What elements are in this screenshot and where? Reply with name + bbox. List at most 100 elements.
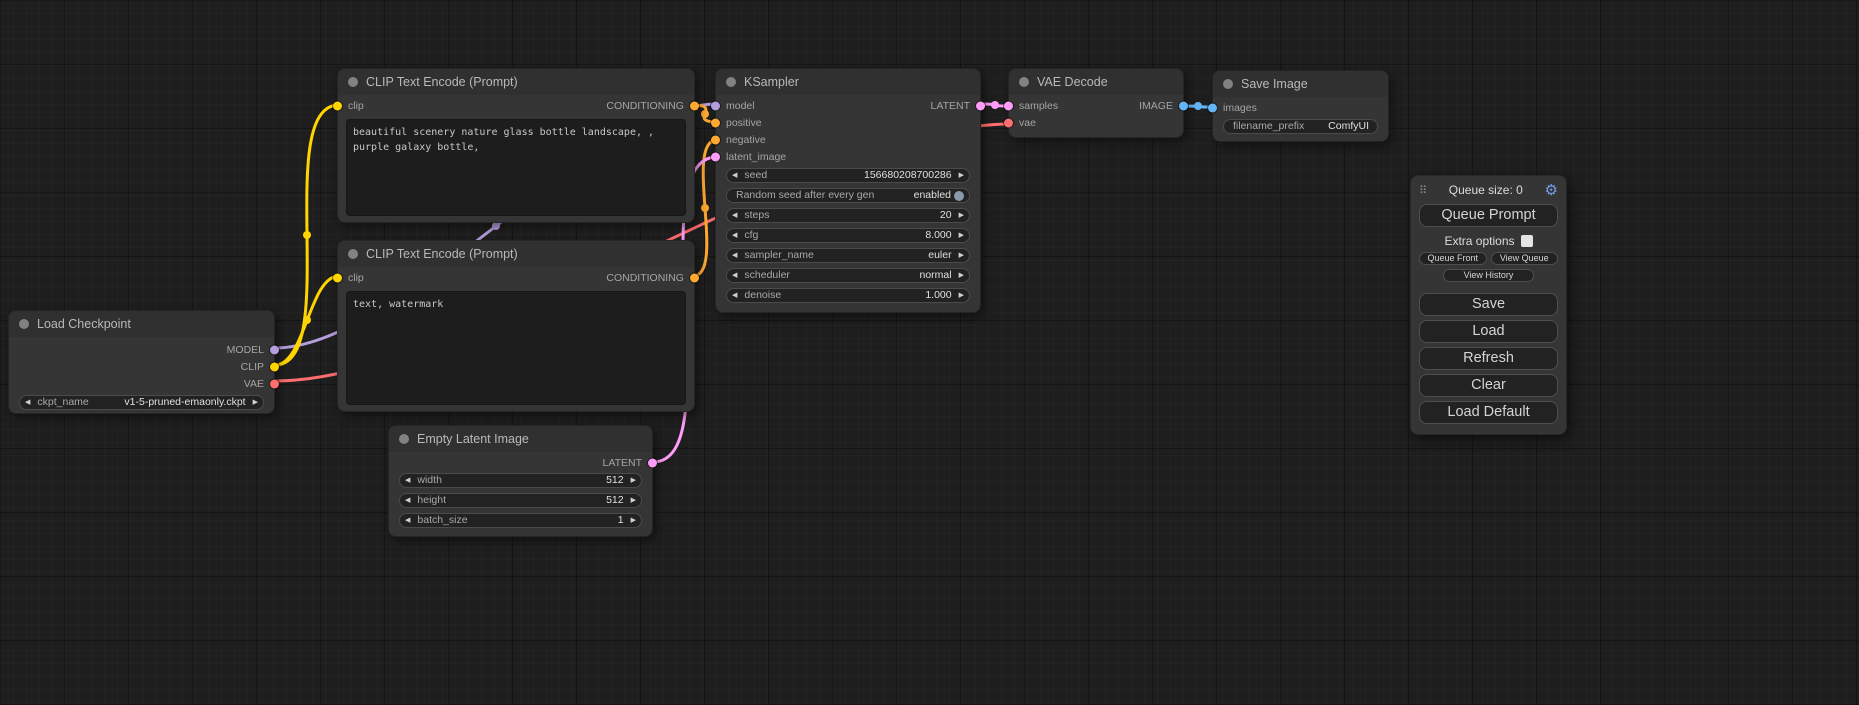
wire-midpoint-dot[interactable] bbox=[701, 110, 709, 118]
refresh-button[interactable]: Refresh bbox=[1419, 347, 1558, 370]
samples-input-port[interactable] bbox=[1004, 101, 1013, 110]
wire-midpoint-dot[interactable] bbox=[303, 316, 311, 324]
image-output-port[interactable] bbox=[1179, 101, 1188, 110]
slot-row: images bbox=[1213, 99, 1388, 116]
wire-midpoint-dot[interactable] bbox=[991, 101, 999, 109]
widget-label: height bbox=[417, 495, 446, 506]
collapse-dot-icon[interactable] bbox=[1223, 79, 1233, 89]
conditioning-output-port[interactable] bbox=[690, 101, 699, 110]
collapse-dot-icon[interactable] bbox=[348, 77, 358, 87]
node-vae-decode[interactable]: VAE Decode samples IMAGE vae bbox=[1008, 68, 1184, 138]
clip-input-port[interactable] bbox=[333, 273, 342, 282]
decrement-arrow-icon[interactable]: ◀ bbox=[732, 292, 737, 299]
widget-label: seed bbox=[744, 170, 767, 181]
decrement-arrow-icon[interactable]: ◀ bbox=[405, 517, 410, 524]
latent-output-port[interactable] bbox=[976, 101, 985, 110]
toggle-knob-icon[interactable] bbox=[954, 191, 964, 201]
widget-scheduler[interactable]: ◀ scheduler normal ▶ bbox=[726, 268, 970, 283]
node-clip-text-encode-negative[interactable]: CLIP Text Encode (Prompt) clip CONDITION… bbox=[337, 240, 695, 412]
load-button[interactable]: Load bbox=[1419, 320, 1558, 343]
increment-arrow-icon[interactable]: ▶ bbox=[959, 232, 964, 239]
widget-batch-size[interactable]: ◀ batch_size 1 ▶ bbox=[399, 513, 642, 528]
decrement-arrow-icon[interactable]: ◀ bbox=[732, 232, 737, 239]
increment-arrow-icon[interactable]: ▶ bbox=[959, 212, 964, 219]
wire-midpoint-dot[interactable] bbox=[701, 204, 709, 212]
widget-width[interactable]: ◀ width 512 ▶ bbox=[399, 473, 642, 488]
clip-input-port[interactable] bbox=[333, 101, 342, 110]
node-title-bar[interactable]: Load Checkpoint bbox=[9, 311, 274, 337]
slot-row: CLIP bbox=[9, 358, 274, 375]
decrement-arrow-icon[interactable]: ◀ bbox=[732, 212, 737, 219]
decrement-arrow-icon[interactable]: ◀ bbox=[732, 172, 737, 179]
gear-icon[interactable]: ⚙ bbox=[1545, 183, 1558, 198]
collapse-dot-icon[interactable] bbox=[726, 77, 736, 87]
model-output-port[interactable] bbox=[270, 345, 279, 354]
positive-input-port[interactable] bbox=[711, 118, 720, 127]
collapse-dot-icon[interactable] bbox=[1019, 77, 1029, 87]
save-button[interactable]: Save bbox=[1419, 293, 1558, 316]
node-title-bar[interactable]: CLIP Text Encode (Prompt) bbox=[338, 241, 694, 267]
decrement-arrow-icon[interactable]: ◀ bbox=[405, 497, 410, 504]
widget-sampler-name[interactable]: ◀ sampler_name euler ▶ bbox=[726, 248, 970, 263]
widget-cfg[interactable]: ◀ cfg 8.000 ▶ bbox=[726, 228, 970, 243]
node-title-bar[interactable]: CLIP Text Encode (Prompt) bbox=[338, 69, 694, 95]
drag-handle-icon[interactable]: ⠿ bbox=[1419, 184, 1427, 197]
increment-arrow-icon[interactable]: ▶ bbox=[959, 292, 964, 299]
node-ksampler[interactable]: KSampler model LATENT positive negative … bbox=[715, 68, 981, 313]
prompt-textarea[interactable]: beautiful scenery nature glass bottle la… bbox=[346, 119, 686, 216]
increment-arrow-icon[interactable]: ▶ bbox=[631, 477, 636, 484]
node-load-checkpoint[interactable]: Load Checkpoint MODEL CLIP VAE ◀ ckpt_na… bbox=[8, 310, 275, 414]
view-history-button[interactable]: View History bbox=[1443, 269, 1535, 282]
latent-image-input-port[interactable] bbox=[711, 152, 720, 161]
clear-button[interactable]: Clear bbox=[1419, 374, 1558, 397]
slot-row: vae bbox=[1009, 114, 1183, 131]
negative-input-port[interactable] bbox=[711, 135, 720, 144]
increment-arrow-icon[interactable]: ▶ bbox=[959, 272, 964, 279]
widget-random-seed-toggle[interactable]: Random seed after every gen enabled bbox=[726, 188, 970, 203]
conditioning-output-port[interactable] bbox=[690, 273, 699, 282]
collapse-dot-icon[interactable] bbox=[348, 249, 358, 259]
increment-arrow-icon[interactable]: ▶ bbox=[959, 252, 964, 259]
vae-input-port[interactable] bbox=[1004, 118, 1013, 127]
node-empty-latent-image[interactable]: Empty Latent Image LATENT ◀ width 512 ▶ … bbox=[388, 425, 653, 537]
widget-denoise[interactable]: ◀ denoise 1.000 ▶ bbox=[726, 288, 970, 303]
node-title-bar[interactable]: Save Image bbox=[1213, 71, 1388, 97]
widget-ckpt-name[interactable]: ◀ ckpt_name v1-5-pruned-emaonly.ckpt ▶ bbox=[19, 395, 264, 410]
latent-output-port[interactable] bbox=[648, 458, 657, 467]
view-queue-button[interactable]: View Queue bbox=[1491, 252, 1559, 265]
widget-steps[interactable]: ◀ steps 20 ▶ bbox=[726, 208, 970, 223]
decrement-arrow-icon[interactable]: ◀ bbox=[732, 272, 737, 279]
queue-front-button[interactable]: Queue Front bbox=[1419, 252, 1487, 265]
graph-canvas[interactable]: Load Checkpoint MODEL CLIP VAE ◀ ckpt_na… bbox=[0, 0, 1859, 705]
node-title-bar[interactable]: KSampler bbox=[716, 69, 980, 95]
node-clip-text-encode-positive[interactable]: CLIP Text Encode (Prompt) clip CONDITION… bbox=[337, 68, 695, 223]
prompt-textarea[interactable]: text, watermark bbox=[346, 291, 686, 405]
extra-options-row: Extra options bbox=[1419, 234, 1558, 248]
wire-midpoint-dot[interactable] bbox=[492, 222, 500, 230]
extra-options-checkbox[interactable] bbox=[1521, 235, 1533, 247]
images-input-port[interactable] bbox=[1208, 103, 1217, 112]
widget-seed[interactable]: ◀ seed 156680208700286 ▶ bbox=[726, 168, 970, 183]
increment-arrow-icon[interactable]: ▶ bbox=[959, 172, 964, 179]
increment-arrow-icon[interactable]: ▶ bbox=[253, 399, 258, 406]
clip-output-port[interactable] bbox=[270, 362, 279, 371]
output-label-image: IMAGE bbox=[1139, 100, 1173, 112]
widget-filename-prefix[interactable]: filename_prefix ComfyUI bbox=[1223, 119, 1378, 134]
decrement-arrow-icon[interactable]: ◀ bbox=[25, 399, 30, 406]
node-title-bar[interactable]: VAE Decode bbox=[1009, 69, 1183, 95]
collapse-dot-icon[interactable] bbox=[19, 319, 29, 329]
widget-height[interactable]: ◀ height 512 ▶ bbox=[399, 493, 642, 508]
increment-arrow-icon[interactable]: ▶ bbox=[631, 517, 636, 524]
node-title-bar[interactable]: Empty Latent Image bbox=[389, 426, 652, 452]
model-input-port[interactable] bbox=[711, 101, 720, 110]
queue-prompt-button[interactable]: Queue Prompt bbox=[1419, 204, 1558, 227]
node-save-image[interactable]: Save Image images filename_prefix ComfyU… bbox=[1212, 70, 1389, 142]
decrement-arrow-icon[interactable]: ◀ bbox=[405, 477, 410, 484]
vae-output-port[interactable] bbox=[270, 379, 279, 388]
wire-midpoint-dot[interactable] bbox=[1194, 102, 1202, 110]
increment-arrow-icon[interactable]: ▶ bbox=[631, 497, 636, 504]
wire-midpoint-dot[interactable] bbox=[303, 231, 311, 239]
load-default-button[interactable]: Load Default bbox=[1419, 401, 1558, 424]
collapse-dot-icon[interactable] bbox=[399, 434, 409, 444]
decrement-arrow-icon[interactable]: ◀ bbox=[732, 252, 737, 259]
